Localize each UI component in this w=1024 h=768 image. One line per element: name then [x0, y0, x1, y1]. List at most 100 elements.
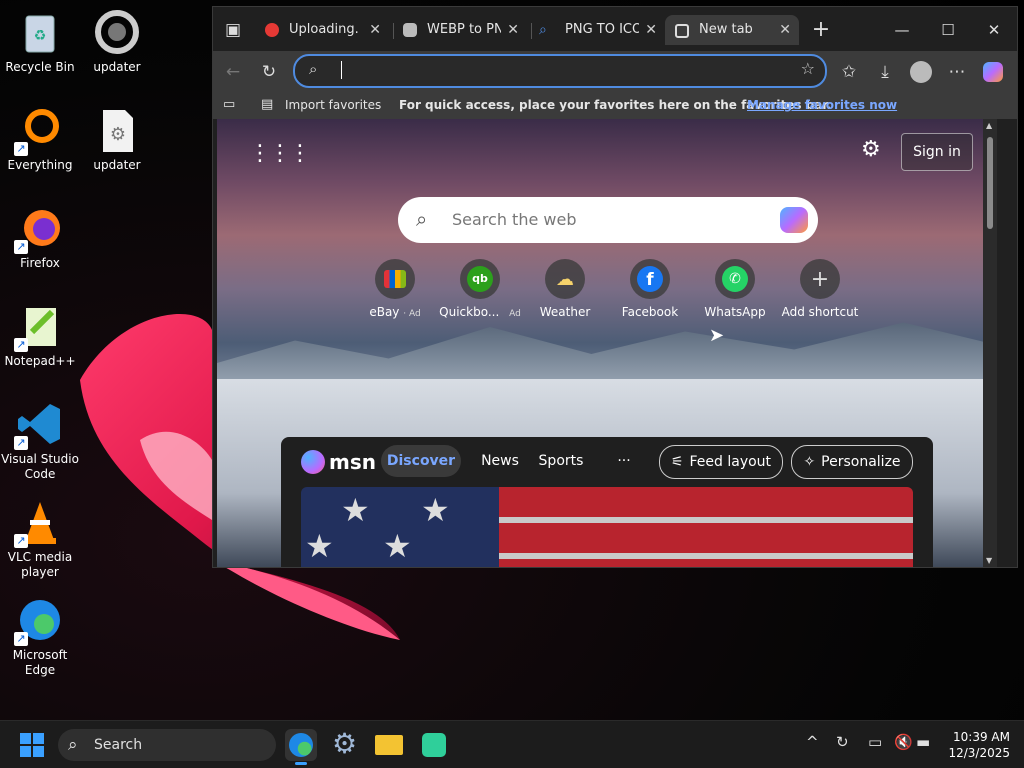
- personalize-label: Personalize: [821, 454, 901, 470]
- taskbar-app-icon[interactable]: [418, 729, 450, 761]
- desktop-icon-label: Notepad++: [4, 354, 76, 368]
- close-icon[interactable]: ✕: [369, 15, 381, 45]
- desktop-icon-label: Everything: [7, 158, 73, 172]
- show-hidden-icons-chevron-icon[interactable]: ^: [806, 733, 819, 751]
- profile-avatar-icon[interactable]: [907, 58, 935, 86]
- scroll-up-icon[interactable]: ▲: [986, 121, 992, 130]
- feed-layout-label: Feed layout: [689, 454, 772, 470]
- flag-canton: ★ ★ ★ ★: [301, 487, 499, 567]
- shortcut-weather[interactable]: ☁ Weather: [522, 259, 608, 319]
- desktop-icon-vscode[interactable]: ↗ Visual Studio Code: [0, 400, 80, 482]
- personalize-button[interactable]: ✧ Personalize: [791, 445, 913, 479]
- tab-news[interactable]: News: [475, 445, 525, 477]
- desktop-icon-recycle-bin[interactable]: ♻ Recycle Bin: [0, 8, 80, 75]
- volume-muted-icon[interactable]: 🔇: [894, 733, 913, 751]
- import-favorites-link[interactable]: Import favorites: [285, 91, 381, 119]
- downloads-icon[interactable]: ⤓: [871, 58, 899, 86]
- shortcut-arrow-icon: ↗: [14, 632, 28, 646]
- battery-icon[interactable]: ▬: [916, 733, 930, 751]
- close-icon[interactable]: ✕: [645, 15, 657, 45]
- shortcut-facebook[interactable]: f Facebook: [607, 259, 693, 319]
- tab-uploading[interactable]: Uploading... — ✕: [255, 15, 389, 45]
- desktop-icon-label: Microsoft Edge: [12, 648, 68, 677]
- shortcut-arrow-icon: ↗: [14, 338, 28, 352]
- shortcut-arrow-icon: ↗: [14, 240, 28, 254]
- ebay-bag-icon: [375, 259, 415, 299]
- close-icon[interactable]: ✕: [507, 15, 519, 45]
- favorite-star-icon[interactable]: ☆: [801, 59, 815, 78]
- ad-badge: · Ad: [403, 309, 421, 319]
- refresh-icon[interactable]: ↻: [255, 58, 283, 86]
- windows-start-icon[interactable]: [20, 733, 44, 757]
- scroll-down-icon[interactable]: ▼: [986, 556, 992, 565]
- import-favorites-icon: ▤: [261, 97, 274, 112]
- shortcut-add[interactable]: + Add shortcut: [777, 259, 863, 319]
- taskbar-file-explorer-icon[interactable]: [373, 729, 405, 761]
- feed-layout-button[interactable]: ⚟ Feed layout: [659, 445, 783, 479]
- display-icon[interactable]: ▭: [868, 733, 882, 751]
- msn-logo[interactable]: msn: [301, 447, 376, 477]
- shortcut-whatsapp[interactable]: ✆ WhatsApp: [692, 259, 778, 319]
- shortcut-quickbooks[interactable]: qb Quickbo... Ad: [437, 259, 523, 319]
- shortcut-ebay[interactable]: eBay · Ad: [352, 259, 438, 319]
- taskbar-edge-icon[interactable]: [285, 729, 317, 765]
- manage-favorites-link[interactable]: Manage favorites now: [747, 91, 897, 119]
- more-options-icon[interactable]: ⋯: [943, 58, 971, 86]
- search-placeholder[interactable]: Search the web: [452, 210, 576, 229]
- settings-gear-icon[interactable]: ⚙: [861, 137, 881, 162]
- everything-icon: ↗: [14, 106, 64, 156]
- sign-in-button[interactable]: Sign in: [901, 133, 973, 171]
- taskbar-search[interactable]: ⌕ Search: [58, 729, 276, 761]
- desktop-icon-updater[interactable]: updater: [77, 8, 157, 75]
- favorites-bar-toggle-icon[interactable]: ▭: [223, 91, 235, 119]
- tab-actions-icon[interactable]: ▣: [219, 16, 247, 44]
- minimize-button[interactable]: —: [879, 15, 925, 45]
- new-tab-page: ⋮⋮⋮ ⚙ Sign in ⌕ Search the web eBay · Ad…: [217, 119, 997, 567]
- new-tab-plus-icon[interactable]: +: [807, 16, 835, 44]
- apps-grid-icon[interactable]: ⋮⋮⋮: [249, 141, 311, 166]
- back-arrow-icon[interactable]: ←: [219, 58, 247, 86]
- sync-icon[interactable]: ↻: [836, 733, 849, 751]
- scrollbar-thumb[interactable]: [987, 137, 993, 229]
- web-search-box[interactable]: ⌕ Search the web: [398, 197, 818, 243]
- close-icon[interactable]: ✕: [779, 15, 791, 45]
- tab-new-tab[interactable]: New tab ✕: [665, 15, 799, 45]
- tab-webp-to-png[interactable]: WEBP to PNG ✕: [393, 15, 527, 45]
- desktop-icon-updater-2[interactable]: ⚙ updater: [77, 106, 157, 173]
- page-scrollbar[interactable]: ▲ ▼: [983, 119, 997, 567]
- copilot-icon[interactable]: [780, 207, 808, 233]
- search-icon: ⌕: [309, 60, 318, 78]
- system-clock[interactable]: 10:39 AM 12/3/2025: [948, 729, 1010, 761]
- window-close-button[interactable]: ✕: [971, 15, 1017, 45]
- navigation-toolbar: ← ↻ ⌕ ☆ ✩ ⤓ ⋯: [213, 51, 1017, 91]
- tab-png-to-icon[interactable]: ⌕ PNG TO ICON ✕: [531, 15, 665, 45]
- tab-sports[interactable]: Sports: [533, 445, 589, 477]
- favorites-bar: ▭ ▤ Import favorites For quick access, p…: [213, 91, 1017, 119]
- vlc-cone-icon: ↗: [14, 498, 64, 548]
- desktop-icon-edge[interactable]: ↗ Microsoft Edge: [0, 596, 80, 678]
- more-tabs-button[interactable]: ···: [607, 445, 641, 477]
- plus-icon: +: [800, 259, 840, 299]
- desktop-icon-notepadpp[interactable]: ↗ Notepad++: [0, 302, 80, 369]
- shortcut-label: Add shortcut: [781, 305, 859, 319]
- desktop-icon-everything[interactable]: ↗ Everything: [0, 106, 80, 173]
- desktop-icon-label: updater: [93, 158, 141, 172]
- taskbar-settings-icon[interactable]: ⚙: [330, 727, 362, 761]
- address-bar[interactable]: ⌕ ☆: [293, 54, 827, 88]
- ad-badge: Ad: [509, 309, 521, 319]
- tab-discover[interactable]: Discover: [381, 445, 461, 477]
- settings-file-icon: ⚙: [93, 106, 141, 154]
- svg-text:♻: ♻: [34, 28, 47, 44]
- desktop-icon-label: Visual Studio Code: [1, 452, 79, 481]
- news-card-image[interactable]: ★ ★ ★ ★: [301, 487, 913, 567]
- facebook-icon: f: [630, 259, 670, 299]
- favorites-icon[interactable]: ✩: [835, 58, 863, 86]
- copilot-icon[interactable]: [979, 58, 1007, 86]
- newtab-icon: [675, 24, 689, 38]
- maximize-button[interactable]: ☐: [925, 15, 971, 45]
- tab-title: New tab: [699, 22, 753, 37]
- desktop-icon-firefox[interactable]: ↗ Firefox: [0, 204, 80, 271]
- shortcut-label: Quickbo...: [439, 305, 500, 319]
- tab-title: PNG TO ICON: [565, 22, 639, 37]
- desktop-icon-vlc[interactable]: ↗ VLC media player: [0, 498, 80, 580]
